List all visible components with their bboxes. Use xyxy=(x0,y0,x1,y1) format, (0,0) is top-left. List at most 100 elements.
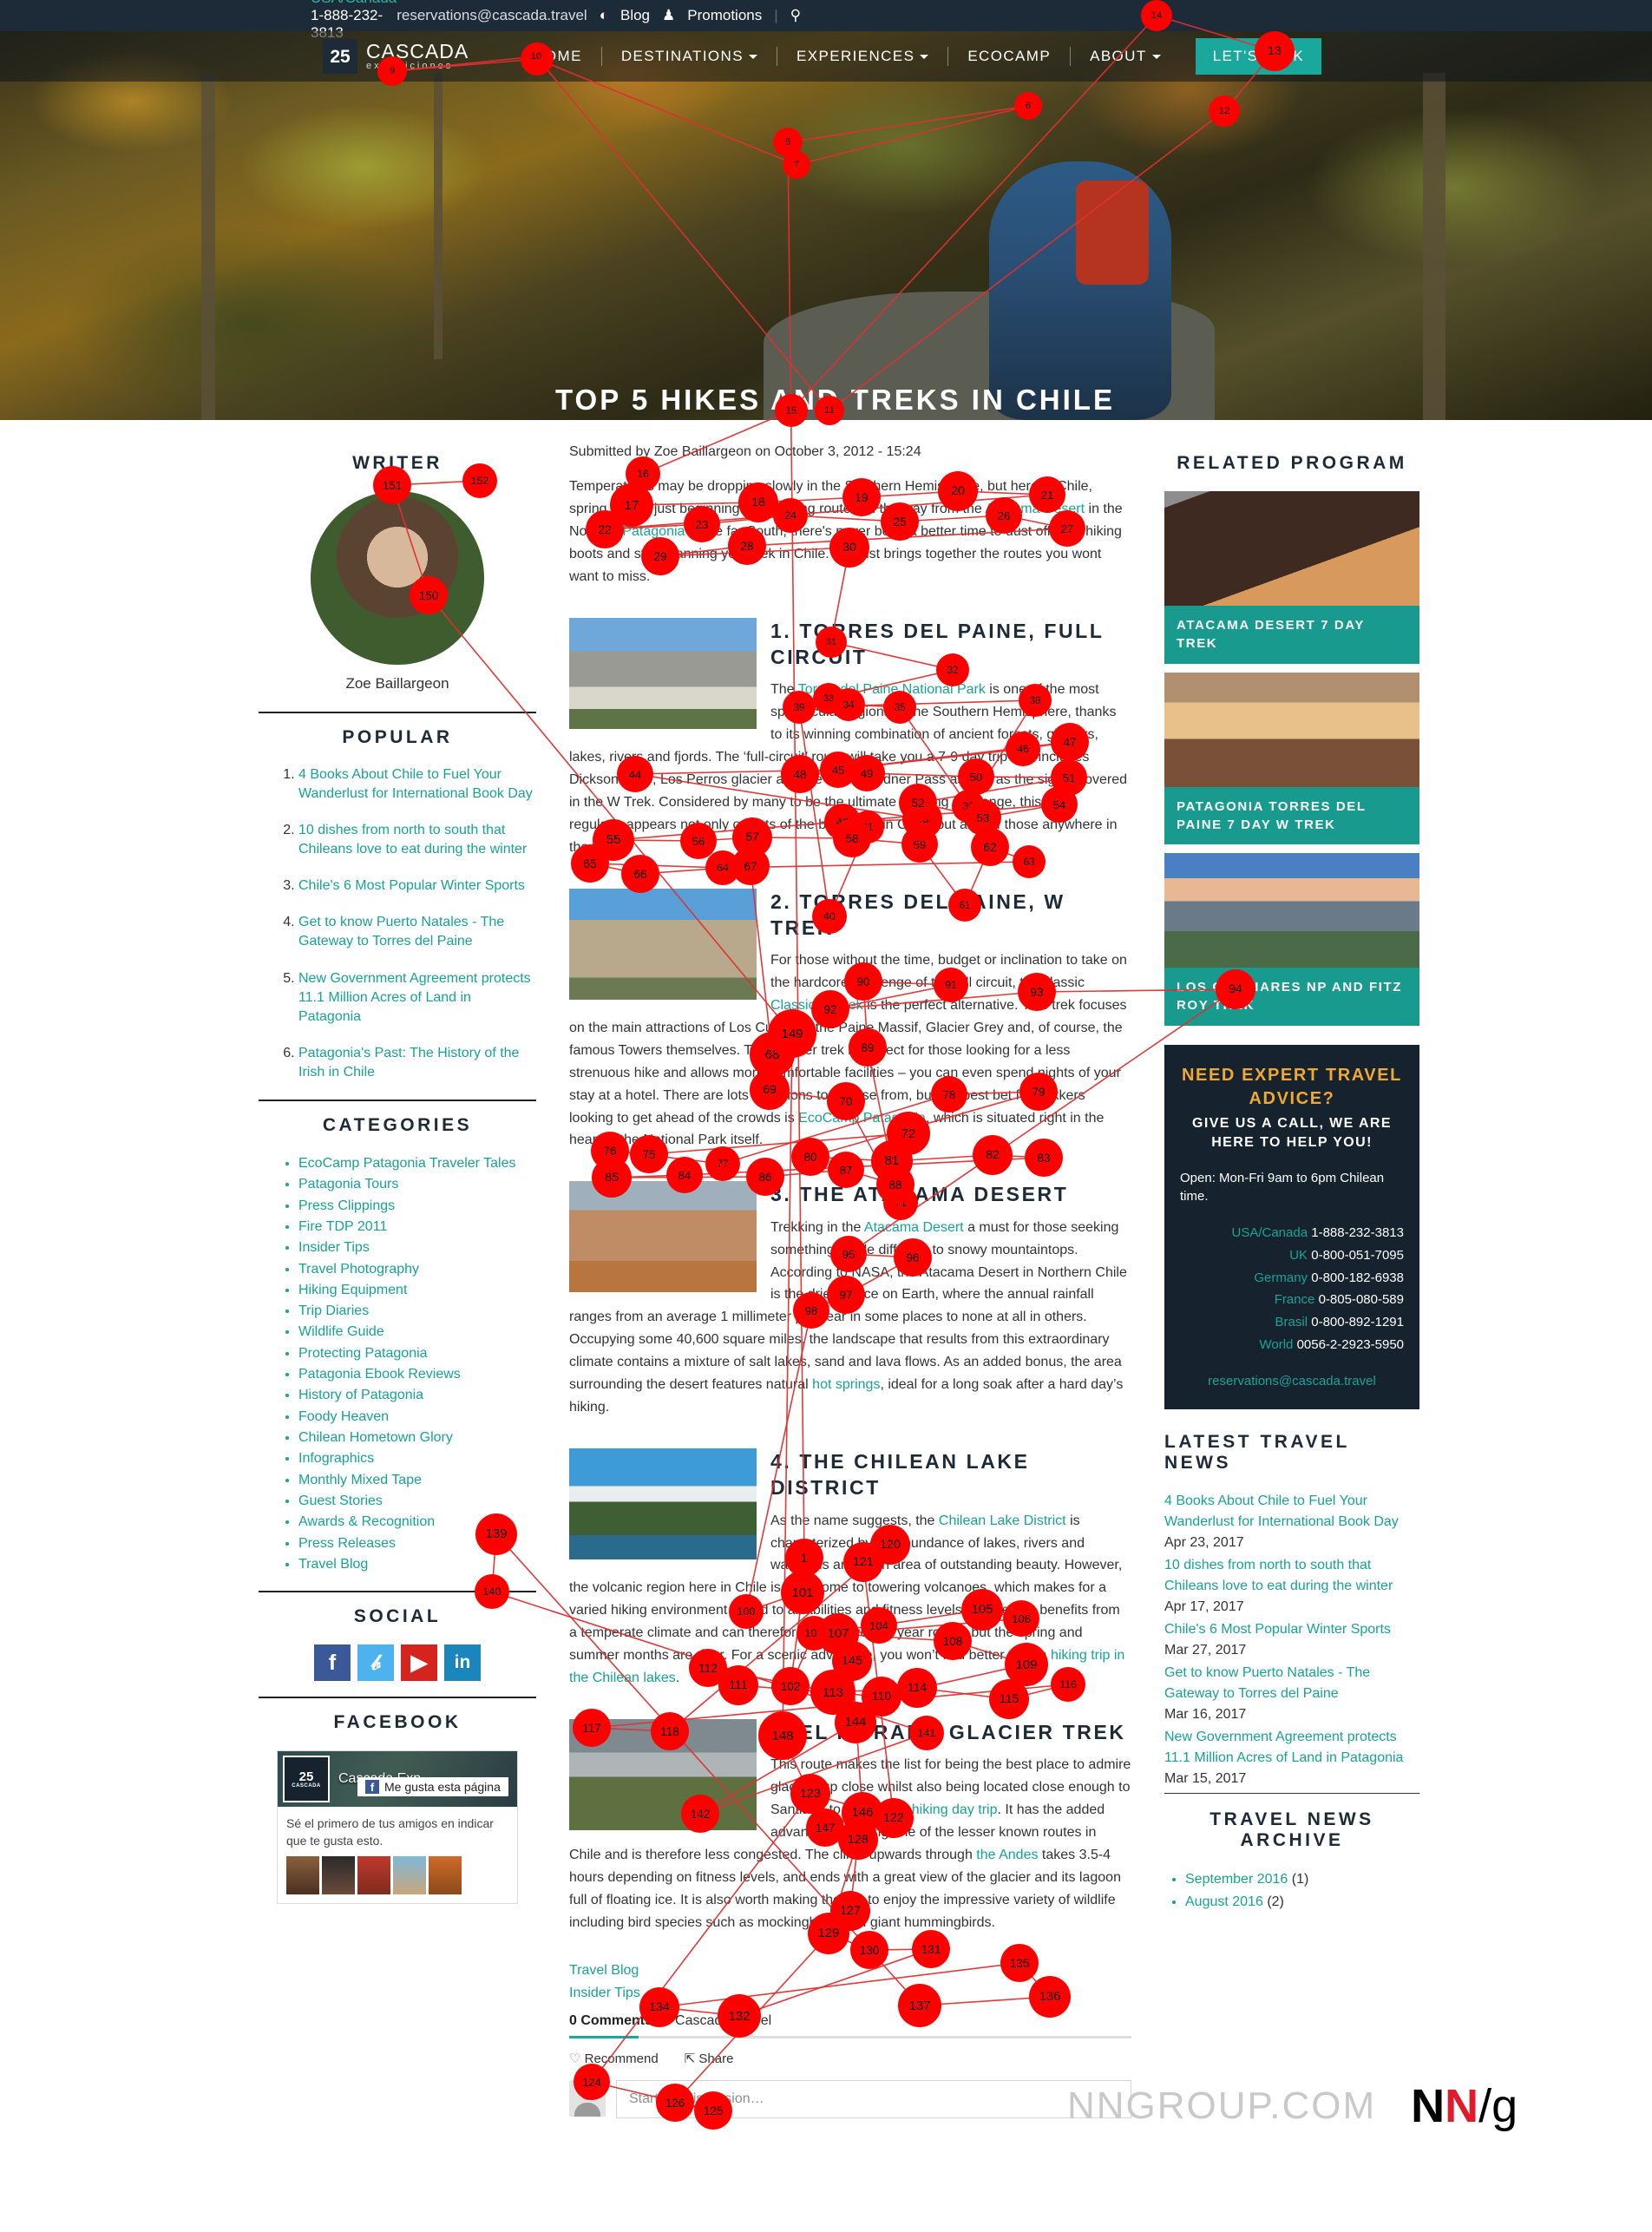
link-torres-del-paine-np[interactable]: Torres del Paine National Park xyxy=(798,682,986,697)
link-chilean-lake-district[interactable]: Chilean Lake District xyxy=(939,1513,1066,1528)
twitter-icon[interactable]: 𝒷 xyxy=(357,1644,394,1682)
avatar xyxy=(357,1855,390,1894)
category-link[interactable]: Patagonia Ebook Reviews xyxy=(298,1367,461,1382)
link-hiking-day-trip[interactable]: hiking day trip xyxy=(912,1802,998,1817)
nav-item-experiences[interactable]: EXPERIENCES xyxy=(777,48,947,65)
facebook-body-text: Sé el primero de tus amigos en indicar q… xyxy=(286,1816,494,1848)
share-button[interactable]: ⇱ Share xyxy=(685,2051,734,2066)
news-date: Mar 15, 2017 xyxy=(1164,1770,1247,1786)
popular-link[interactable]: 10 dishes from north to south that Chile… xyxy=(298,823,527,857)
category-link[interactable]: Chilean Hometown Glory xyxy=(298,1430,453,1445)
category-link[interactable]: Protecting Patagonia xyxy=(298,1346,428,1361)
link-the-andes[interactable]: the Andes xyxy=(976,1848,1038,1862)
section-4-heading: 4. The Chilean Lake District xyxy=(770,1449,1030,1500)
news-link[interactable]: 4 Books About Chile to Fuel Your Wanderl… xyxy=(1164,1491,1419,1533)
nav-item-destinations[interactable]: DESTINATIONS xyxy=(602,48,777,65)
category-link[interactable]: History of Patagonia xyxy=(298,1388,423,1402)
travel-advice-box: NEED EXPERT TRAVEL ADVICE? GIVE US A CAL… xyxy=(1164,1044,1419,1409)
category-link[interactable]: Monthly Mixed Tape xyxy=(298,1473,422,1487)
search-icon[interactable]: ⚲ xyxy=(790,7,801,24)
related-card-glaciares[interactable]: Los Glaciares NP and Fitz Roy Trek xyxy=(1164,853,1419,1026)
link-atacama-desert[interactable]: Atacama Desert xyxy=(864,1220,964,1235)
phone-row: Brasil 0-800-892-1291 xyxy=(1275,1315,1404,1330)
facebook-like-button[interactable]: f Me gusta esta página xyxy=(357,1777,508,1797)
popular-link[interactable]: New Government Agreement protects 11.1 M… xyxy=(298,971,531,1024)
categories-list: EcoCamp Patagonia Traveler Tales Patagon… xyxy=(259,1153,536,1575)
list-item: September 2016 (1) xyxy=(1185,1868,1419,1891)
related-card-title: Patagonia Torres Del Paine 7 Day W Trek xyxy=(1164,786,1419,845)
category-link[interactable]: Press Clippings xyxy=(298,1198,395,1213)
link-patagonia[interactable]: Patagonia xyxy=(622,524,685,539)
recommend-button[interactable]: ♡ Recommend xyxy=(569,2051,659,2066)
popular-heading: POPULAR xyxy=(342,727,453,747)
popular-link[interactable]: Chile's 6 Most Popular Winter Sports xyxy=(298,878,525,893)
archive-link[interactable]: August 2016 xyxy=(1185,1894,1263,1909)
category-link[interactable]: Fire TDP 2011 xyxy=(298,1219,387,1234)
comment-input[interactable]: Start the discussion… xyxy=(616,2079,1131,2118)
social-heading: SOCIAL xyxy=(353,1606,442,1627)
avatar xyxy=(429,1855,462,1894)
nav-item-about[interactable]: ABOUT xyxy=(1071,48,1180,65)
news-link[interactable]: Chile's 6 Most Popular Winter Sports xyxy=(1164,1619,1419,1640)
utility-email-link[interactable]: reservations@cascada.travel xyxy=(397,7,587,24)
archive-count: (1) xyxy=(1291,1871,1309,1887)
nav-item-ecocamp[interactable]: ECOCAMP xyxy=(948,48,1070,65)
list-item: Guest Stories xyxy=(298,1491,536,1512)
link-atacama-desert[interactable]: Atacama Desert xyxy=(985,502,1085,516)
facebook-like-label: Me gusta esta página xyxy=(384,1780,501,1795)
link-hot-springs[interactable]: hot springs xyxy=(812,1377,880,1392)
link-ecocamp-patagonia[interactable]: EcoCamp Patagonia xyxy=(798,1111,926,1126)
category-link[interactable]: Travel Blog xyxy=(298,1557,368,1572)
category-link[interactable]: EcoCamp Patagonia Traveler Tales xyxy=(298,1156,516,1171)
category-link[interactable]: Travel Photography xyxy=(298,1262,419,1277)
link-classic-w-trek[interactable]: Classic W Trek xyxy=(770,998,863,1013)
utility-blog-link[interactable]: Blog xyxy=(620,7,650,24)
site-logo[interactable]: 25 CASCADA expediciones xyxy=(323,39,469,74)
category-link[interactable]: Insider Tips xyxy=(298,1240,370,1255)
chevron-down-icon xyxy=(920,55,929,60)
comments-divider xyxy=(569,2035,1131,2038)
category-link[interactable]: Patagonia Tours xyxy=(298,1177,398,1191)
archive-link[interactable]: September 2016 xyxy=(1185,1872,1288,1887)
category-link[interactable]: Trip Diaries xyxy=(298,1303,369,1318)
category-link[interactable]: Wildlife Guide xyxy=(298,1324,384,1339)
news-link[interactable]: Get to know Puerto Natales - The Gateway… xyxy=(1164,1663,1419,1704)
news-link[interactable]: New Government Agreement protects 11.1 M… xyxy=(1164,1727,1419,1769)
utility-promotions-link[interactable]: Promotions xyxy=(687,7,762,24)
rss-icon[interactable]: ◐ xyxy=(600,7,608,24)
facebook-widget[interactable]: 25CASCADA Cascada Exp… f Me gusta esta p… xyxy=(277,1750,518,1904)
category-link[interactable]: Foody Heaven xyxy=(298,1409,389,1424)
tag-travel-blog[interactable]: Travel Blog xyxy=(569,1960,1131,1982)
related-card-atacama[interactable]: Atacama Desert 7 Day Trek xyxy=(1164,491,1419,664)
logo-badge: 25 xyxy=(323,39,357,74)
lets-talk-button[interactable]: LET'S TALK xyxy=(1195,38,1322,75)
list-item: Hiking Equipment xyxy=(298,1280,536,1301)
list-item: Press Clippings xyxy=(298,1196,536,1217)
related-card-torres[interactable]: Patagonia Torres Del Paine 7 Day W Trek xyxy=(1164,672,1419,845)
latest-news-heading: LATEST TRAVEL NEWS xyxy=(1164,1431,1350,1473)
facebook-icon[interactable]: f xyxy=(314,1644,351,1682)
category-link[interactable]: Hiking Equipment xyxy=(298,1283,407,1297)
tag-insider-tips[interactable]: Insider Tips xyxy=(569,1982,1131,2005)
popular-link[interactable]: 4 Books About Chile to Fuel Your Wanderl… xyxy=(298,767,533,801)
page-title: Top 5 Hikes and Treks in Chile xyxy=(555,384,1115,416)
facebook-cover: 25CASCADA Cascada Exp… f Me gusta esta p… xyxy=(278,1751,517,1808)
comments-section: 0 Comments Cascada Travel ♡ Recommend ⇱ … xyxy=(569,2013,1131,2118)
watermark-url: NNGROUP.COM xyxy=(1067,2084,1377,2127)
popular-link[interactable]: Get to know Puerto Natales - The Gateway… xyxy=(298,915,504,949)
advice-email-link[interactable]: reservations@cascada.travel xyxy=(1180,1374,1404,1388)
category-link[interactable]: Press Releases xyxy=(298,1536,396,1551)
user-icon[interactable]: ♟ xyxy=(662,7,675,24)
category-link[interactable]: Infographics xyxy=(298,1451,374,1466)
category-link[interactable]: Awards & Recognition xyxy=(298,1514,435,1529)
news-item: Get to know Puerto Natales - The Gateway… xyxy=(1164,1663,1419,1725)
article-section-5: 5. El Morado Glacier Trek This route mak… xyxy=(569,1716,1131,1934)
archive-count: (2) xyxy=(1267,1894,1284,1909)
news-date: Mar 16, 2017 xyxy=(1164,1706,1247,1722)
news-link[interactable]: 10 dishes from north to south that Chile… xyxy=(1164,1555,1419,1597)
popular-link[interactable]: Patagonia's Past: The History of the Iri… xyxy=(298,1046,519,1080)
youtube-icon[interactable]: ▶ xyxy=(401,1644,437,1682)
linkedin-icon[interactable]: in xyxy=(444,1644,481,1682)
nav-item-home[interactable]: HOME xyxy=(514,48,601,65)
category-link[interactable]: Guest Stories xyxy=(298,1493,383,1508)
